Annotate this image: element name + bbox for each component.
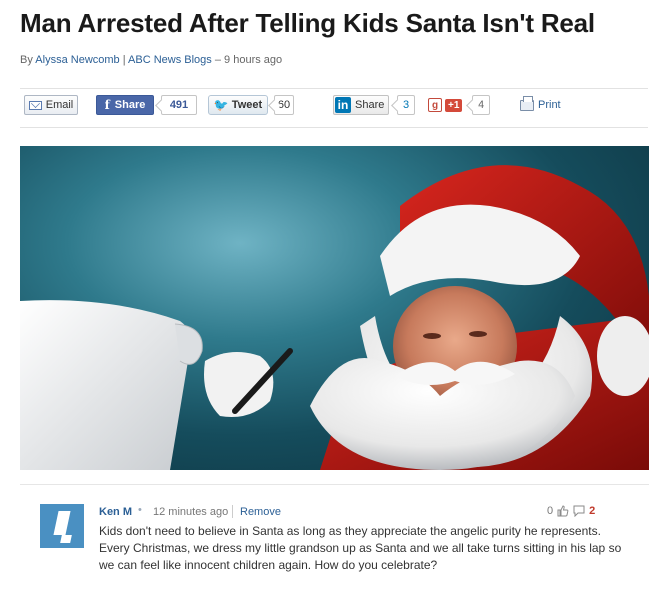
downvote-count: 2 [589, 505, 596, 517]
thumbs-up-icon[interactable] [557, 505, 569, 517]
comment-timestamp: 12 minutes ago [153, 506, 229, 518]
print-label: Print [538, 99, 561, 111]
comment-reply-icon[interactable] [573, 505, 585, 518]
avatar-exclamation-dot [60, 535, 72, 543]
facebook-icon: f [104, 98, 110, 112]
print-button[interactable]: Print [520, 95, 561, 115]
upvote-count: 0 [547, 505, 554, 517]
source-link[interactable]: ABC News Blogs [128, 54, 212, 66]
byline-dash: – [214, 54, 221, 66]
printer-icon [520, 95, 534, 111]
remove-comment-link[interactable]: Remove [240, 506, 281, 518]
share-bar: Email f Share 491 🐦 Tweet 60 in Share 3 … [20, 88, 648, 128]
googleplus-icon: g [428, 98, 442, 112]
linkedin-share-label: Share [355, 99, 385, 111]
author-link[interactable]: Alyssa Newcomb [35, 54, 119, 66]
comment-text: Kids don't need to believe in Santa as l… [99, 524, 622, 572]
comment-author[interactable]: Ken M [99, 506, 132, 518]
tweet-count: 60 [274, 95, 294, 115]
googleplus-button[interactable]: g +1 [428, 95, 464, 115]
linkedin-share-button[interactable]: in Share [333, 95, 389, 115]
email-label: Email [45, 99, 74, 111]
comment-votes: 0 2 [547, 505, 596, 518]
facebook-share-count: 491 [161, 95, 197, 115]
avatar-exclamation-icon [53, 511, 71, 535]
googleplus-count: 4 [472, 95, 490, 115]
linkedin-share-count: 3 [397, 95, 415, 115]
tweet-button[interactable]: 🐦 Tweet [208, 95, 268, 115]
article-headline: Man Arrested After Telling Kids Santa Is… [20, 8, 595, 38]
comment-bullet: • [138, 504, 142, 516]
santa-with-list-photo [20, 146, 649, 470]
twitter-bird-icon: 🐦 [213, 98, 229, 112]
byline: By Alyssa Newcomb | ABC News Blogs – 9 h… [20, 54, 282, 66]
linkedin-icon: in [335, 97, 351, 113]
byline-prefix: By [20, 54, 33, 66]
tweet-label: Tweet [231, 99, 263, 111]
byline-separator: | [122, 54, 126, 66]
email-button[interactable]: Email [24, 95, 78, 115]
facebook-share-button[interactable]: f Share [96, 95, 154, 115]
avatar[interactable] [40, 504, 84, 548]
envelope-icon [28, 100, 42, 110]
googleplus-label: +1 [445, 98, 463, 112]
article-age: 9 hours ago [224, 54, 283, 66]
comment-divider [232, 505, 233, 518]
comment-item: Ken M • 12 minutes ago Remove 0 2 Kids d… [20, 484, 649, 596]
facebook-share-label: Share [114, 99, 146, 111]
